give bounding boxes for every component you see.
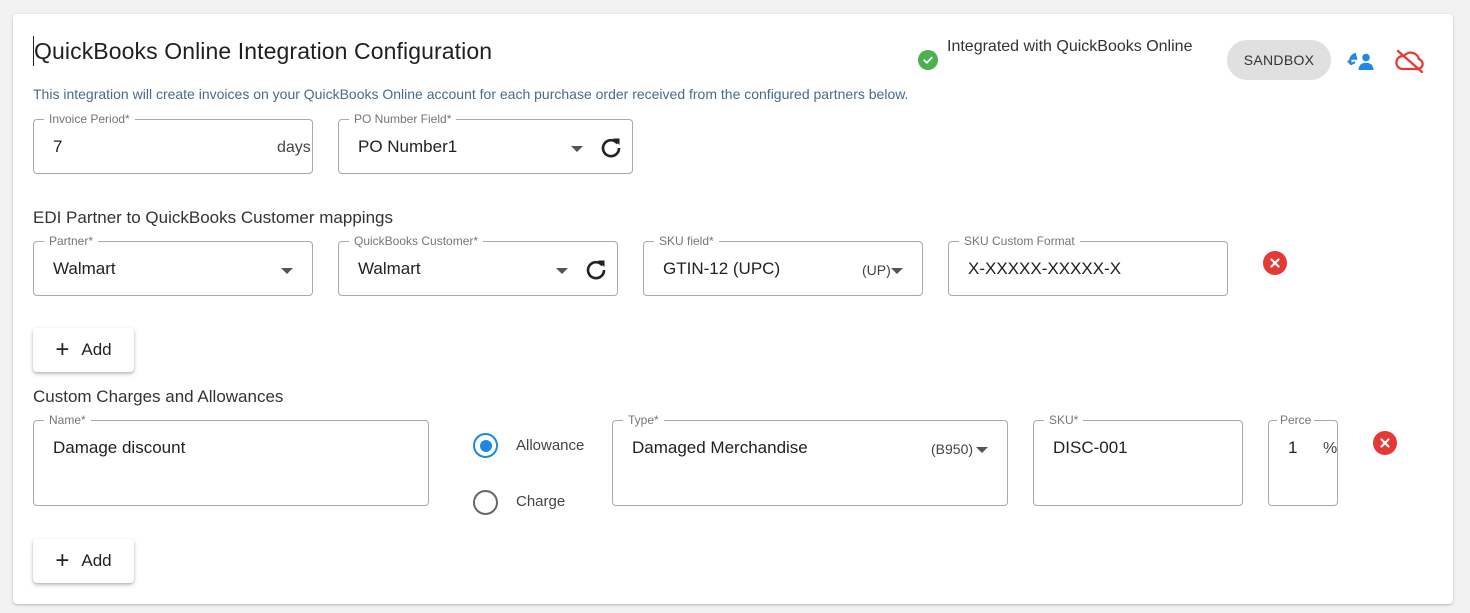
invoice-period-suffix: days bbox=[277, 139, 311, 156]
page-subtitle: This integration will create invoices on… bbox=[33, 86, 909, 102]
invoice-period-field[interactable]: Invoice Period* 7 days bbox=[33, 112, 313, 174]
dropdown-arrow-icon bbox=[571, 146, 583, 152]
check-circle-icon bbox=[918, 50, 938, 70]
dropdown-arrow-icon bbox=[281, 268, 293, 274]
add-charge-button[interactable]: + Add bbox=[33, 539, 134, 583]
charge-name-label: Name* bbox=[44, 413, 91, 427]
partner-mappings-heading: EDI Partner to QuickBooks Customer mappi… bbox=[33, 208, 393, 227]
allowance-radio[interactable] bbox=[473, 433, 498, 458]
quickbooks-customer-value: Walmart bbox=[358, 259, 421, 278]
charge-percent-label: Perce bbox=[1277, 413, 1315, 427]
sku-custom-format-label: SKU Custom Format bbox=[959, 234, 1080, 248]
add-charge-label: Add bbox=[81, 551, 112, 570]
charge-percent-suffix: % bbox=[1323, 440, 1338, 457]
plus-icon: + bbox=[55, 547, 70, 574]
cancel-circle-icon[interactable] bbox=[1373, 431, 1397, 455]
charge-type-code: (B950) bbox=[931, 441, 974, 457]
charge-sku-value: DISC-001 bbox=[1053, 438, 1128, 457]
sku-field-value: GTIN-12 (UPC) bbox=[663, 259, 781, 278]
cloud-off-icon[interactable] bbox=[1393, 48, 1427, 74]
dropdown-arrow-icon bbox=[976, 447, 988, 453]
charge-percent-value: 1 bbox=[1288, 438, 1298, 457]
quickbooks-customer-label: QuickBooks Customer* bbox=[349, 234, 484, 248]
partner-select[interactable]: Partner* Walmart bbox=[33, 234, 313, 296]
partner-value: Walmart bbox=[53, 259, 116, 278]
sync-account-icon[interactable] bbox=[1346, 48, 1376, 74]
quickbooks-customer-select[interactable]: QuickBooks Customer* Walmart bbox=[338, 234, 618, 296]
integration-status: Integrated with QuickBooks Online bbox=[918, 38, 1193, 70]
sku-custom-format-field[interactable]: SKU Custom Format X-XXXXX-XXXXX-X bbox=[948, 234, 1228, 296]
po-number-field-select[interactable]: PO Number Field* PO Number1 bbox=[338, 112, 633, 174]
sku-custom-format-value: X-XXXXX-XXXXX-X bbox=[968, 259, 1122, 278]
page-title: QuickBooks Online Integration Configurat… bbox=[33, 36, 493, 66]
charge-name-value: Damage discount bbox=[53, 438, 186, 457]
charges-heading: Custom Charges and Allowances bbox=[33, 387, 284, 406]
dropdown-arrow-icon bbox=[891, 268, 903, 274]
po-number-field-value: PO Number1 bbox=[358, 137, 458, 156]
dropdown-arrow-icon bbox=[556, 268, 568, 274]
status-text: Integrated with QuickBooks Online bbox=[947, 38, 1193, 55]
charge-type-value: Damaged Merchandise bbox=[632, 438, 808, 457]
sku-field-label: SKU field* bbox=[654, 234, 719, 248]
sku-field-select[interactable]: SKU field* GTIN-12 (UPC) (UP) bbox=[643, 234, 923, 296]
plus-icon: + bbox=[55, 336, 70, 363]
allowance-radio-label: Allowance bbox=[516, 437, 585, 454]
po-number-field-label: PO Number Field* bbox=[349, 112, 457, 126]
refresh-icon[interactable] bbox=[599, 136, 623, 160]
cancel-circle-icon[interactable] bbox=[1263, 251, 1287, 275]
charge-percent-field[interactable]: Perce 1 % bbox=[1268, 413, 1338, 506]
sku-field-code: (UP) bbox=[862, 262, 891, 278]
integration-config-card: QuickBooks Online Integration Configurat… bbox=[13, 14, 1453, 604]
charge-name-field[interactable]: Name* Damage discount bbox=[33, 413, 429, 506]
charge-sku-label: SKU* bbox=[1044, 413, 1084, 427]
charge-type-select[interactable]: Type* Damaged Merchandise (B950) bbox=[612, 413, 1008, 506]
charge-radio-label: Charge bbox=[516, 493, 566, 510]
add-partner-mapping-label: Add bbox=[81, 340, 112, 359]
charge-type-label: Type* bbox=[623, 413, 664, 427]
add-partner-mapping-button[interactable]: + Add bbox=[33, 328, 134, 372]
refresh-icon[interactable] bbox=[584, 258, 608, 282]
invoice-period-label: Invoice Period* bbox=[44, 112, 135, 126]
charge-sku-field[interactable]: SKU* DISC-001 bbox=[1033, 413, 1243, 506]
charge-radio[interactable] bbox=[473, 490, 498, 515]
invoice-period-value: 7 bbox=[53, 137, 63, 156]
sandbox-chip: SANDBOX bbox=[1227, 40, 1331, 80]
partner-label: Partner* bbox=[44, 234, 99, 248]
